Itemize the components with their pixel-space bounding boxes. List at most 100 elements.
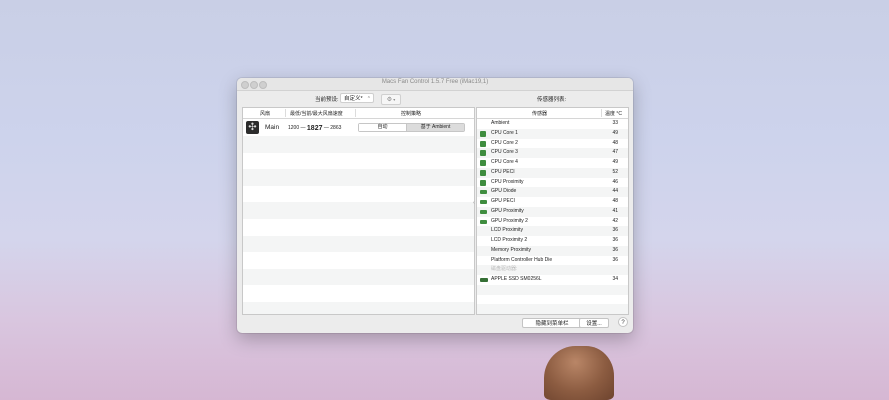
sensor-name: GPU Proximity 2 (491, 217, 528, 224)
sensor-row[interactable]: LCD Proximity 2 36 (477, 236, 628, 246)
fan-name: Main (265, 124, 280, 131)
sensor-row[interactable]: Memory Proximity 36 (477, 245, 628, 256)
sensor-name: 磁盘驱动器: (491, 266, 518, 273)
sensor-name: CPU Proximity (491, 178, 524, 185)
cpu-icon (480, 140, 486, 147)
title-bar: Macs Fan Control 1.5.7 Free (iMac19,1) (237, 78, 633, 91)
cpu-icon (480, 179, 486, 186)
sensor-temperature: 49 (612, 129, 618, 136)
preset-actions-button[interactable]: ⚙ ▾ (381, 94, 401, 105)
hide-to-menu-bar-button[interactable]: 隐藏到菜单栏 (522, 318, 582, 328)
sensors-list-label: 传感器列表: (537, 97, 567, 103)
sensor-name: GPU Diode (491, 188, 517, 195)
sensor-row[interactable]: CPU Core 1 49 (477, 128, 628, 139)
sensor-row[interactable]: Ambient 33 (477, 119, 628, 129)
sensor-name: GPU PECI (491, 198, 515, 204)
sensor-row[interactable]: CPU Core 3 47 (477, 148, 628, 158)
sensor-row[interactable]: CPU Proximity 46 (477, 178, 628, 188)
sensor-name: Platform Controller Hub Die (491, 256, 553, 263)
sensor-name: LCD Proximity 2 (491, 237, 528, 243)
auto-mode-button[interactable]: 自动 (359, 124, 407, 131)
ssd-icon (480, 278, 488, 282)
sensor-empty-row (477, 304, 628, 314)
control-mode-segmented: 自动 基于 Ambient (358, 123, 465, 132)
sensor-temperature: 46 (612, 178, 618, 185)
sensor-temperature: 48 (612, 139, 618, 146)
split-view-handle[interactable]: ‹ (473, 200, 475, 206)
sensor-row[interactable]: GPU Proximity 2 42 (477, 217, 628, 227)
fan-min-speed: 1200 (288, 125, 300, 131)
sensor-temperature: 36 (612, 237, 618, 243)
fan-row[interactable]: ✣ Main 1200 — 1827 — 2863 自动 基于 Ambient (243, 119, 474, 136)
sensors-header-temp[interactable]: 温度 °C (605, 110, 622, 117)
sensor-row[interactable]: GPU Proximity 41 (477, 206, 628, 217)
cpu-icon (480, 169, 486, 176)
fan-max-speed: 2863 (330, 125, 342, 131)
fans-table: 风扇 最低/当前/最大风扇速度 控制策略 ✣ Main 1200 — 1827 … (242, 107, 475, 315)
rock-background (544, 346, 614, 400)
sensor-name: Ambient (491, 120, 510, 126)
sensors-header-name[interactable]: 传感器 (532, 110, 547, 117)
sensor-temperature: 49 (612, 159, 618, 165)
sensor-group-label: 磁盘驱动器: (477, 265, 628, 275)
sensor-temperature: 34 (612, 276, 618, 282)
sensor-name: CPU Core 3 (491, 149, 518, 156)
sensor-temperature: 47 (612, 149, 618, 156)
help-button[interactable]: ? (618, 317, 628, 327)
preset-label: 当前预设: (315, 97, 339, 103)
sensor-based-mode-button[interactable]: 基于 Ambient (407, 124, 464, 131)
cpu-icon (480, 160, 486, 166)
sensor-name: CPU Core 2 (491, 139, 518, 146)
sensor-temperature: 36 (612, 246, 618, 253)
sensor-rows: Ambient 33 CPU Core 1 49 CPU Core 2 48 CPU Cor… (477, 119, 628, 314)
preset-select[interactable]: 自定义* ⌃ (340, 93, 374, 103)
sensor-name: CPU PECI (491, 168, 515, 175)
settings-button[interactable]: 设置... (579, 318, 609, 328)
fans-empty-rows (243, 136, 474, 314)
sensor-row[interactable]: LCD Proximity 36 (477, 226, 628, 236)
gpu-icon (480, 190, 487, 195)
cpu-icon (480, 130, 486, 137)
gpu-icon (480, 219, 487, 224)
sensor-name: LCD Proximity (491, 227, 523, 234)
fans-header-fan[interactable]: 风扇 (260, 110, 270, 117)
sensor-row[interactable]: GPU Diode 44 (477, 187, 628, 197)
sensor-temperature: 48 (612, 198, 618, 204)
fans-header-control[interactable]: 控制策略 (401, 110, 421, 117)
sensor-row[interactable]: Platform Controller Hub Die 36 (477, 256, 628, 266)
chevron-down-icon: ▾ (392, 97, 396, 102)
sensor-row[interactable]: CPU Core 2 48 (477, 139, 628, 149)
sensor-name: GPU Proximity (491, 207, 524, 214)
sensor-temperature: 36 (612, 227, 618, 234)
fan-icon: ✣ (246, 121, 259, 134)
sensor-name: CPU Core 4 (491, 159, 518, 165)
sensor-row[interactable]: CPU Core 4 49 (477, 158, 628, 168)
sensor-temperature: 44 (612, 188, 618, 195)
sensor-name: Memory Proximity (491, 246, 532, 253)
sensor-name: APPLE SSD SM0256L (491, 276, 542, 282)
sensor-row[interactable]: GPU PECI 48 (477, 197, 628, 207)
sensors-table: 传感器 温度 °C Ambient 33 CPU Core 1 49 CPU Core … (476, 107, 629, 315)
sensor-row[interactable]: APPLE SSD SM0256L 34 (477, 275, 628, 285)
sensor-empty-row (477, 295, 628, 305)
preset-value: 自定义* (344, 96, 363, 102)
sensor-temperature: 52 (612, 168, 618, 175)
sensor-temperature: 41 (612, 207, 618, 214)
sensor-temperature: 36 (612, 256, 618, 263)
chevron-updown-icon: ⌃ (366, 96, 371, 102)
sensors-table-header: 传感器 温度 °C (477, 108, 628, 119)
gpu-icon (480, 200, 487, 204)
fan-current-speed: 1827 (306, 124, 323, 132)
fans-table-header: 风扇 最低/当前/最大风扇速度 控制策略 (243, 108, 474, 119)
sensor-row[interactable]: CPU PECI 52 (477, 167, 628, 178)
window-title: Macs Fan Control 1.5.7 Free (iMac19,1) (381, 79, 489, 85)
gpu-icon (480, 209, 487, 214)
fans-header-speed[interactable]: 最低/当前/最大风扇速度 (290, 110, 343, 117)
app-window: Macs Fan Control 1.5.7 Free (iMac19,1) 当… (237, 78, 633, 333)
sensor-empty-row (477, 284, 628, 295)
sensor-temperature: 42 (612, 217, 618, 224)
fan-speeds: 1200 — 1827 — 2863 (288, 124, 342, 132)
cpu-icon (480, 150, 486, 157)
sensor-temperature: 33 (612, 120, 618, 126)
sensor-name: CPU Core 1 (491, 129, 518, 136)
